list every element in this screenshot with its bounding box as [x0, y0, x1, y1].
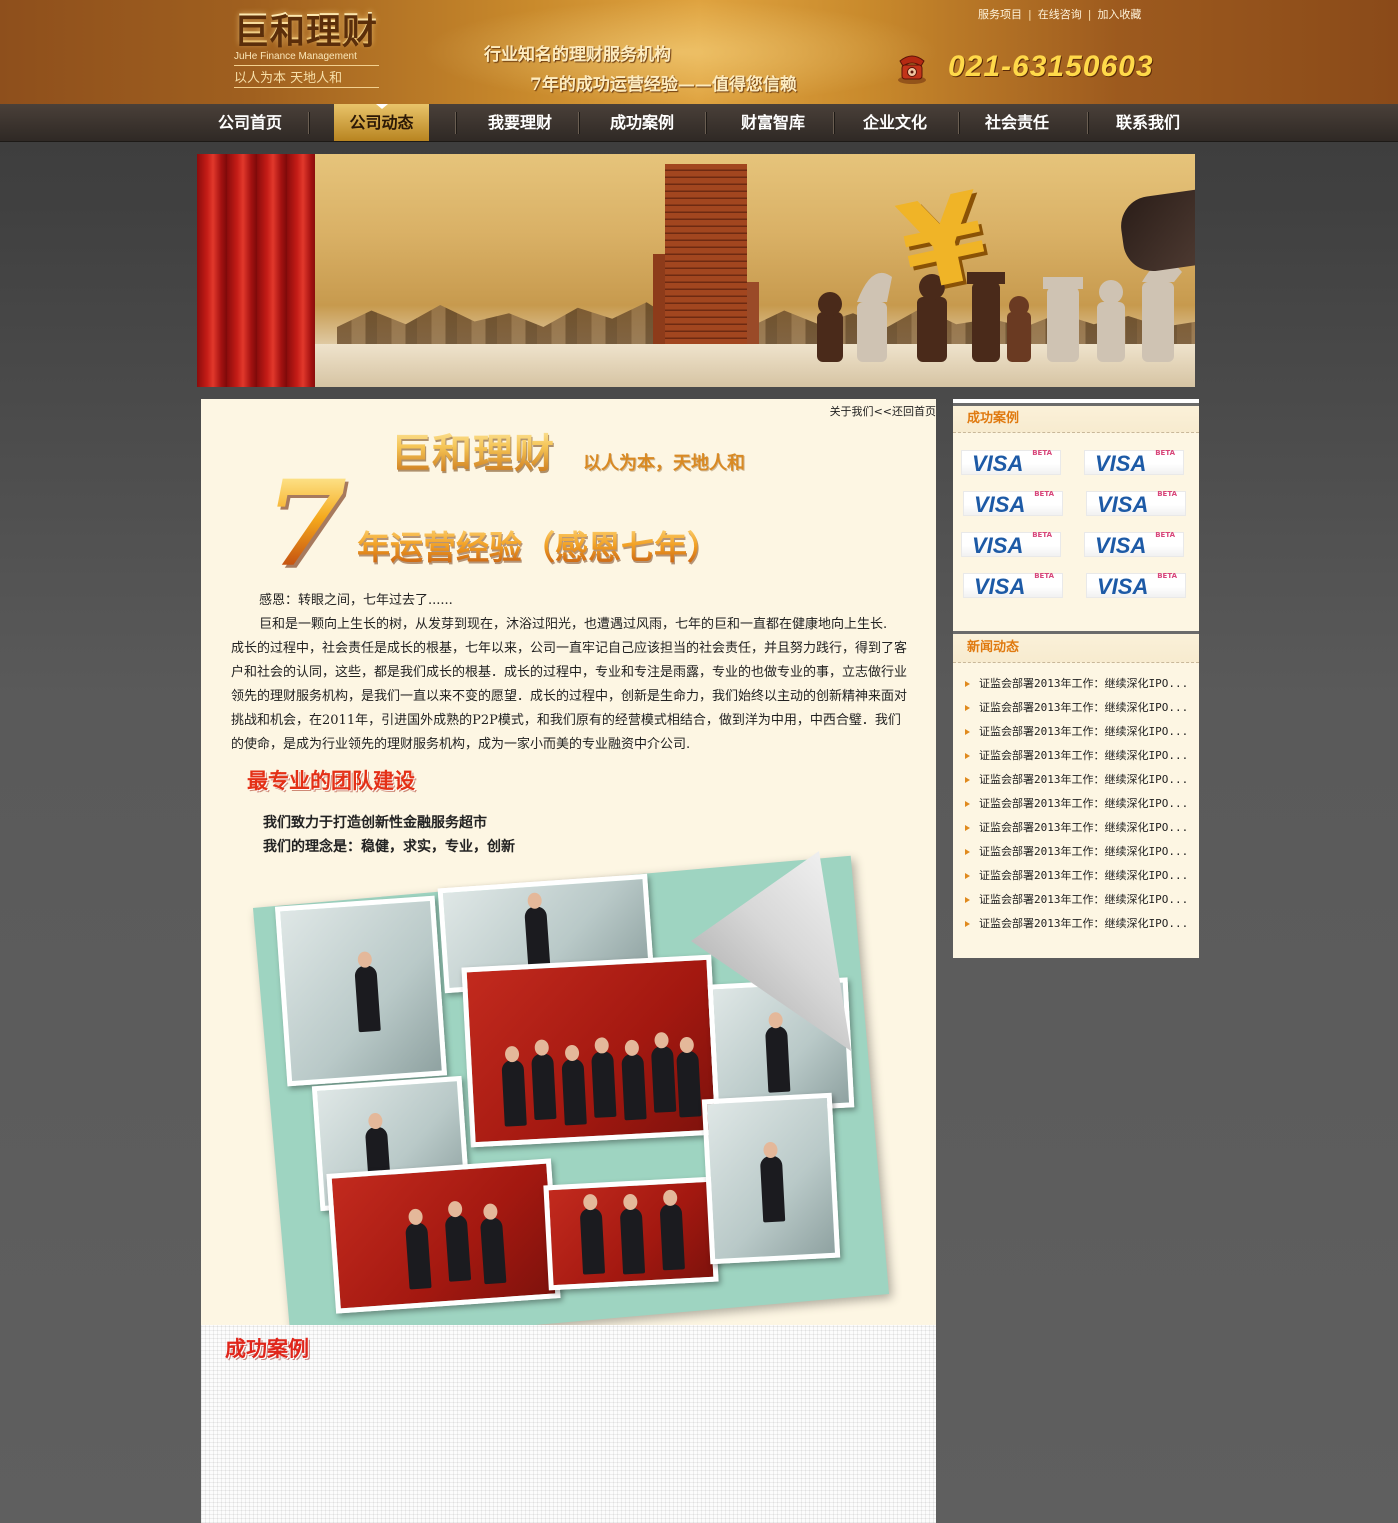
- intro-text: 感恩：转眼之间，七年过去了...... 巨和是一颗向上生长的树，从发芽到现在，沐…: [231, 589, 911, 757]
- visa-case-logo[interactable]: VISA BETA: [1084, 531, 1184, 558]
- news-list-item[interactable]: 证监会部署2013年工作：继续深化IPO...: [963, 672, 1188, 696]
- back-home-link[interactable]: 还回首页: [892, 405, 936, 418]
- team-photo: [326, 1158, 561, 1314]
- news-list: 证监会部署2013年工作：继续深化IPO... 证监会部署2013年工作：继续深化…: [963, 672, 1188, 936]
- beta-badge: BETA: [1157, 572, 1177, 580]
- news-list-item[interactable]: 证监会部署2013年工作：继续深化IPO...: [963, 864, 1188, 888]
- site-logo[interactable]: 巨和理财 JuHe Finance Management 以人为本 天地人和: [234, 12, 384, 96]
- visa-logo-text: VISA: [1095, 533, 1147, 558]
- nav-item-news[interactable]: 公司动态: [334, 104, 429, 141]
- visa-case-logo[interactable]: VISA BETA: [963, 572, 1063, 599]
- team-photo: [543, 1176, 719, 1291]
- nav-divider: [958, 112, 959, 134]
- news-list-item[interactable]: 证监会部署2013年工作：继续深化IPO...: [963, 768, 1188, 792]
- red-curtain: [197, 154, 315, 387]
- sidebar-news-title: 新闻动态: [953, 634, 1199, 663]
- team-photo: [701, 1092, 841, 1265]
- news-list-item[interactable]: 证监会部署2013年工作：继续深化IPO...: [963, 792, 1188, 816]
- visa-case-logo[interactable]: VISA BETA: [1084, 449, 1184, 476]
- intro-paragraph: 巨和是一颗向上生长的树，从发芽到现在，沐浴过阳光，也遭遇过风雨，七年的巨和一直都…: [259, 617, 888, 632]
- add-favorite-link[interactable]: 加入收藏: [1097, 8, 1141, 21]
- brand-title: 巨和理财: [391, 421, 555, 479]
- news-list-item[interactable]: 证监会部署2013年工作：继续深化IPO...: [963, 720, 1188, 744]
- nav-item-home[interactable]: 公司首页: [198, 104, 302, 141]
- breadcrumb: 关于我们<<还回首页: [830, 403, 936, 419]
- phone-number: 021-63150603: [948, 50, 1154, 83]
- visa-logo-text: VISA: [1097, 574, 1149, 599]
- visa-case-logo[interactable]: VISA BETA: [961, 531, 1061, 558]
- team-photo: [274, 895, 448, 1087]
- visa-logo-text: VISA: [974, 574, 1026, 599]
- visa-case-logo[interactable]: VISA BETA: [961, 449, 1061, 476]
- success-cases-section: 成功案例: [201, 1325, 936, 1523]
- nav-item-contact[interactable]: 联系我们: [1098, 104, 1198, 141]
- success-cases-title: 成功案例: [225, 1337, 309, 1361]
- beta-badge: BETA: [1155, 531, 1175, 539]
- separator: |: [1028, 8, 1032, 21]
- beta-badge: BETA: [1032, 449, 1052, 457]
- nav-divider: [1087, 112, 1088, 134]
- brand-subtitle: 以人为本，天地人和: [583, 453, 745, 474]
- news-list-item[interactable]: 证监会部署2013年工作：继续深化IPO...: [963, 912, 1188, 936]
- team-photo: [461, 954, 721, 1148]
- visa-case-logo[interactable]: VISA BETA: [1086, 490, 1186, 517]
- intro-paragraph: 成长的过程中，社会责任是成长的根基，七年以来，公司一直牢记自己应该担当的社会责任…: [231, 641, 908, 752]
- service-link[interactable]: 服务项目: [978, 8, 1022, 21]
- nav-divider: [455, 112, 456, 134]
- header-slogan-1: 行业知名的理财服务机构: [484, 45, 671, 65]
- mission-line: 我们致力于打造创新性金融服务超市: [263, 815, 487, 831]
- top-links: 服务项目 | 在线咨询 | 加入收藏: [978, 6, 1141, 22]
- hero-banner: ¥: [197, 154, 1195, 387]
- nav-divider: [308, 112, 309, 134]
- beta-badge: BETA: [1157, 490, 1177, 498]
- nav-active-caret: [376, 104, 388, 109]
- team-heading: 最专业的团队建设: [247, 769, 415, 793]
- breadcrumb-separator: <<: [873, 405, 892, 418]
- nav-item-wealth-library[interactable]: 财富智库: [722, 104, 824, 141]
- beta-badge: BETA: [1034, 572, 1054, 580]
- seven-years-heading: 年运营经验（感恩七年）: [357, 521, 720, 569]
- logo-english: JuHe Finance Management: [234, 51, 357, 62]
- nav-item-invest[interactable]: 我要理财: [470, 104, 570, 141]
- site-header: 巨和理财 JuHe Finance Management 以人为本 天地人和 行…: [0, 0, 1398, 104]
- logo-title: 巨和理财: [234, 12, 384, 50]
- visa-logo-text: VISA: [972, 533, 1024, 558]
- nav-divider: [578, 112, 579, 134]
- nav-item-cases[interactable]: 成功案例: [592, 104, 692, 141]
- beta-badge: BETA: [1034, 490, 1054, 498]
- news-list-item[interactable]: 证监会部署2013年工作：继续深化IPO...: [963, 744, 1188, 768]
- nav-divider: [705, 112, 706, 134]
- sidebar-cases-panel: 成功案例 VISA BETA VISA BETA VISA BETA VISA BETA VIS…: [953, 399, 1199, 631]
- main-content: 关于我们<<还回首页 巨和理财 以人为本，天地人和 7 年运营经验（感恩七年） …: [201, 399, 936, 1523]
- visa-case-logo[interactable]: VISA BETA: [1086, 572, 1186, 599]
- telephone-icon: [894, 47, 930, 85]
- nav-item-culture[interactable]: 企业文化: [845, 104, 945, 141]
- online-consult-link[interactable]: 在线咨询: [1038, 8, 1082, 21]
- tower-building: [665, 164, 747, 347]
- news-list-item[interactable]: 证监会部署2013年工作：继续深化IPO...: [963, 888, 1188, 912]
- news-list-item[interactable]: 证监会部署2013年工作：继续深化IPO...: [963, 816, 1188, 840]
- news-list-item[interactable]: 证监会部署2013年工作：继续深化IPO...: [963, 696, 1188, 720]
- sidebar-cases-title: 成功案例: [953, 403, 1199, 433]
- visa-case-logo[interactable]: VISA BETA: [963, 490, 1063, 517]
- team-photo-collage: [252, 851, 890, 1347]
- nav-divider: [833, 112, 834, 134]
- news-list-item[interactable]: 证监会部署2013年工作：继续深化IPO...: [963, 840, 1188, 864]
- separator: |: [1087, 8, 1092, 21]
- logo-slogan: 以人为本 天地人和: [234, 65, 379, 88]
- header-slogan-2: 7年的成功运营经验——值得您信赖: [530, 75, 797, 95]
- beta-badge: BETA: [1155, 449, 1175, 457]
- sidebar-news-panel: 新闻动态 证监会部署2013年工作：继续深化IPO... 证监会部署2013年工作…: [953, 631, 1199, 958]
- visa-logo-text: VISA: [1097, 492, 1149, 517]
- breadcrumb-current[interactable]: 关于我们: [830, 405, 874, 418]
- main-nav: 公司首页 公司动态 我要理财 成功案例 财富智库 企业文化 社会责任 联系我们: [0, 104, 1398, 142]
- intro-paragraph: 感恩：转眼之间，七年过去了......: [259, 593, 453, 608]
- beta-badge: BETA: [1032, 531, 1052, 539]
- visa-logo-text: VISA: [972, 451, 1024, 476]
- nav-item-responsibility[interactable]: 社会责任: [967, 104, 1067, 141]
- seven-years-number: 7: [265, 454, 348, 593]
- visa-logo-text: VISA: [1095, 451, 1147, 476]
- sidebar: 成功案例 VISA BETA VISA BETA VISA BETA VISA BETA VIS…: [953, 399, 1199, 1523]
- visa-logo-text: VISA: [974, 492, 1026, 517]
